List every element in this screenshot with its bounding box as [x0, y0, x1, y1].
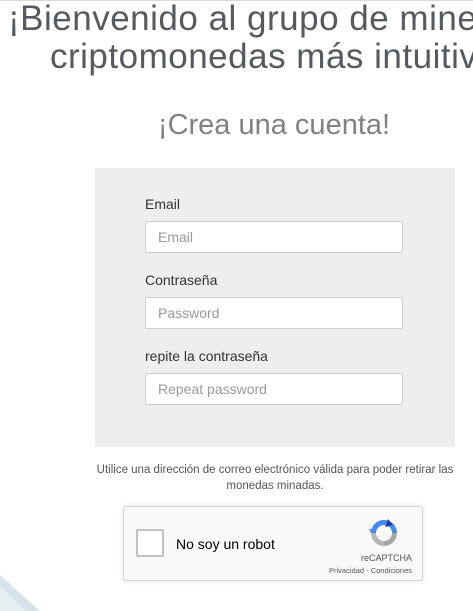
- recaptcha-widget: No soy un robot reCAPTCHA Privacidad - C…: [123, 506, 423, 581]
- email-field[interactable]: [145, 221, 403, 253]
- corner-decoration: [0, 575, 40, 611]
- repeat-password-field[interactable]: [145, 373, 403, 405]
- recaptcha-links: Privacidad - Condiciones: [314, 566, 412, 576]
- email-notice: Utilice una dirección de correo electrón…: [96, 464, 454, 492]
- recaptcha-logo-icon: [369, 519, 397, 546]
- email-label: Email: [145, 196, 181, 212]
- signup-form: Email Contraseña repite la contraseña: [95, 168, 455, 447]
- welcome-heading-line-2: criptomonedas más intuitiv: [50, 37, 473, 76]
- password-label: Contraseña: [145, 272, 218, 288]
- recaptcha-label: No soy un robot: [176, 536, 275, 552]
- recaptcha-brand: reCAPTCHA: [360, 553, 412, 563]
- welcome-heading: ¡Bienvenido al grupo de minerí criptomon…: [0, 0, 473, 80]
- welcome-heading-line-1: ¡Bienvenido al grupo de minerí: [8, 0, 473, 38]
- recaptcha-links-separator: -: [364, 566, 371, 575]
- repeat-password-label: repite la contraseña: [145, 348, 268, 364]
- password-field[interactable]: [145, 297, 403, 329]
- recaptcha-privacy-link[interactable]: Privacidad: [329, 566, 364, 575]
- recaptcha-terms-link[interactable]: Condiciones: [371, 566, 412, 575]
- create-account-title: ¡Crea una cuenta!: [157, 109, 391, 141]
- recaptcha-checkbox[interactable]: [136, 529, 164, 557]
